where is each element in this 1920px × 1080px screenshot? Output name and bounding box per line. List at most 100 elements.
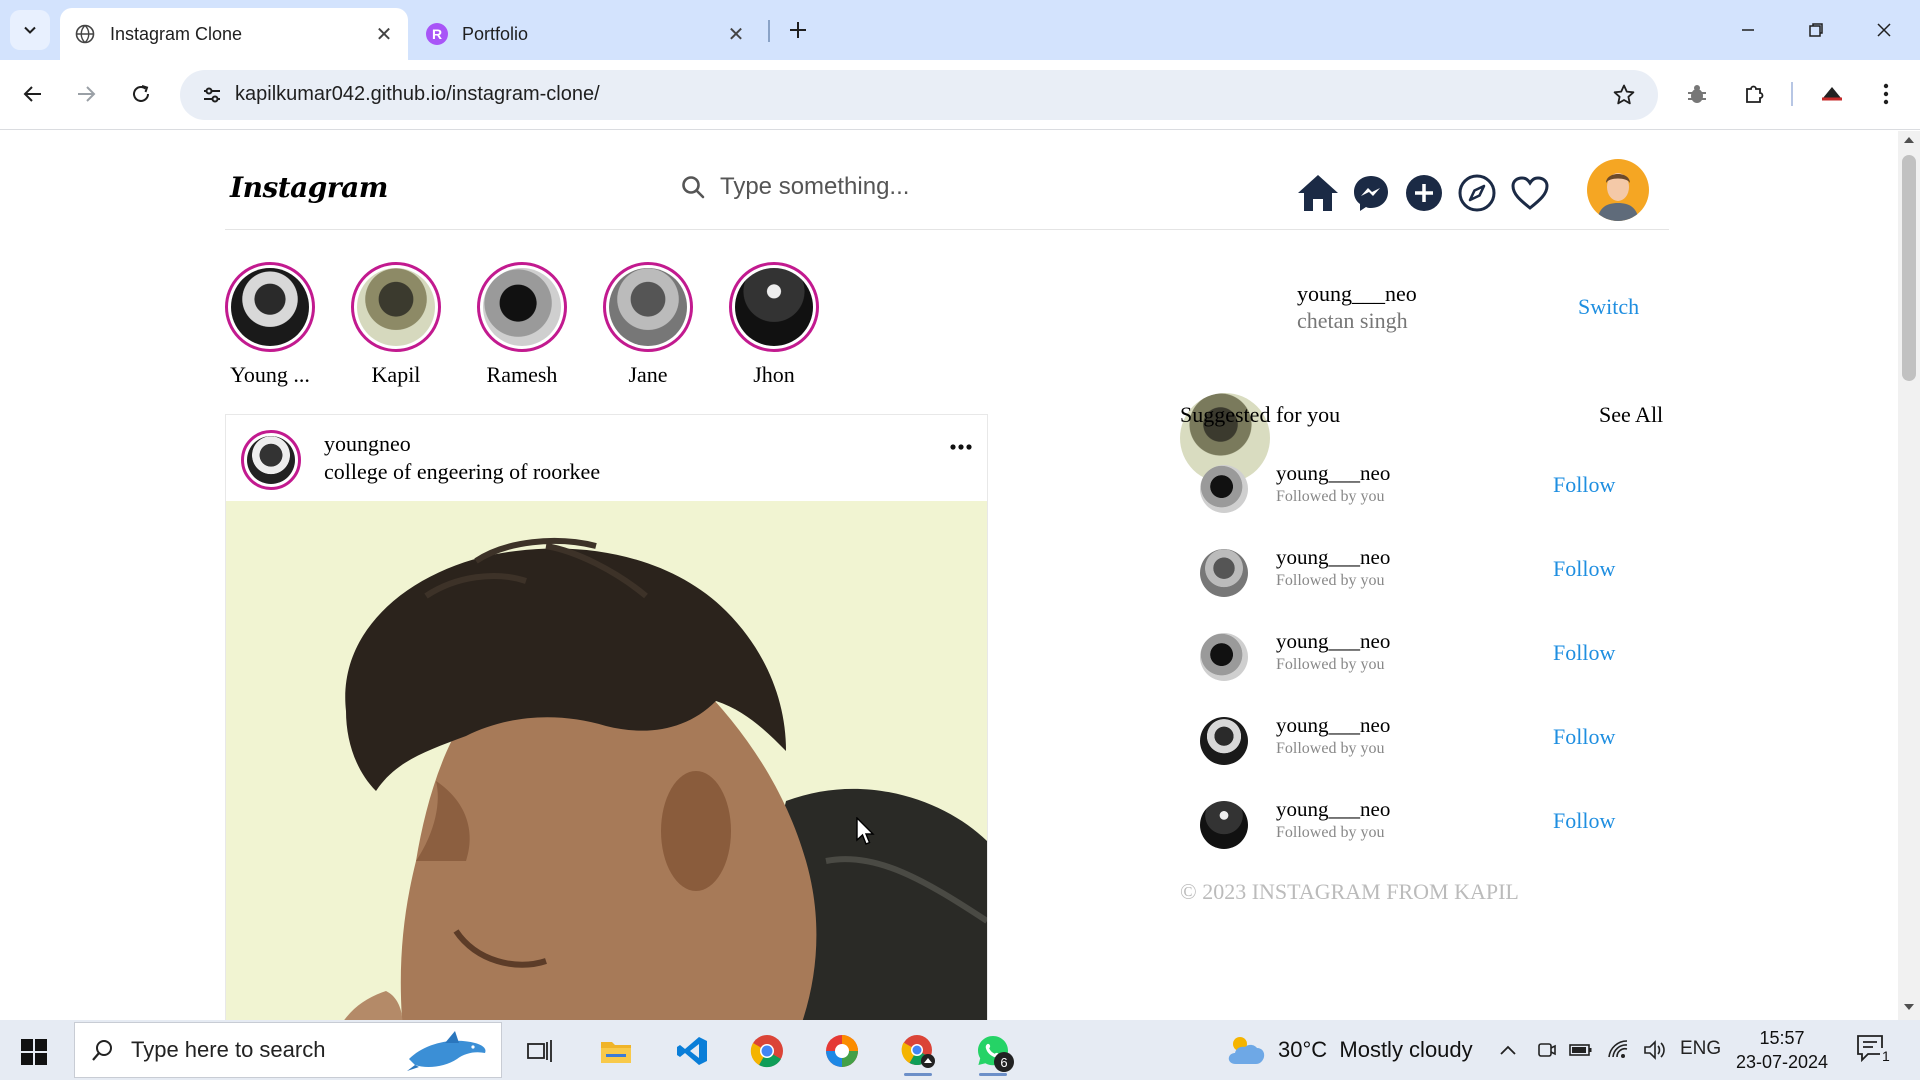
suggested-title: Suggested for you	[1180, 402, 1341, 427]
close-tab-icon[interactable]: ✕	[370, 20, 398, 48]
scrollbar-thumb[interactable]	[1902, 155, 1916, 381]
new-tab-button[interactable]	[780, 12, 816, 48]
profile-button[interactable]	[1812, 74, 1852, 114]
file-explorer-button[interactable]	[589, 1026, 643, 1076]
app-circle-button[interactable]	[815, 1026, 869, 1076]
post-username[interactable]: youngneo	[324, 431, 411, 457]
taskbar-search-box[interactable]: Type here to search	[74, 1022, 502, 1078]
folder-icon	[601, 1042, 631, 1063]
meet-now-button[interactable]	[1531, 1036, 1561, 1064]
address-bar[interactable]: kapilkumar042.github.io/instagram-clone/	[180, 70, 1658, 120]
whatsapp-button[interactable]: 6	[966, 1026, 1020, 1076]
follow-button[interactable]: Follow	[1553, 640, 1615, 666]
extension-bug-button[interactable]	[1677, 74, 1717, 114]
post-image[interactable]	[226, 501, 987, 1020]
switch-account-link[interactable]: Switch	[1578, 294, 1639, 320]
restore-button[interactable]	[1782, 0, 1850, 60]
portfolio-favicon-icon: R	[426, 23, 448, 45]
page-scrollbar[interactable]	[1898, 131, 1920, 1020]
post-photo-illustration	[226, 501, 987, 1020]
battery-button[interactable]	[1566, 1036, 1596, 1064]
search-icon	[92, 1040, 112, 1061]
story-item[interactable]: Kapil	[331, 262, 461, 388]
browser-menu-button[interactable]	[1866, 74, 1906, 114]
suggestion-subtitle: Followed by you	[1276, 488, 1385, 505]
scroll-up-arrow-icon[interactable]	[1898, 135, 1920, 149]
weather-text: 30°C Mostly cloudy	[1278, 1037, 1473, 1062]
chrome-button[interactable]	[740, 1026, 794, 1076]
suggestion-username[interactable]: young___neo	[1276, 713, 1390, 738]
back-button[interactable]	[13, 74, 53, 114]
instagram-logo[interactable]: Instagram	[230, 171, 388, 204]
more-vertical-icon	[1883, 83, 1889, 105]
suggestion-avatar[interactable]	[1200, 633, 1248, 681]
search-input[interactable]	[720, 173, 980, 201]
close-window-button[interactable]	[1850, 0, 1918, 60]
reload-icon	[133, 85, 149, 102]
see-all-link[interactable]: See All	[1599, 402, 1663, 428]
suggestion-avatar[interactable]	[1200, 549, 1248, 597]
suggestion-row: young___neo Followed by you Follow	[1200, 458, 1630, 518]
camera-icon	[1538, 1043, 1556, 1057]
volume-button[interactable]	[1640, 1036, 1670, 1064]
language-indicator[interactable]: ENG	[1680, 1038, 1721, 1060]
story-name: Ramesh	[486, 362, 558, 387]
arrow-right-icon	[78, 86, 96, 102]
suggestion-avatar[interactable]	[1200, 465, 1248, 513]
start-button[interactable]	[14, 1032, 54, 1072]
post-options-button[interactable]	[946, 437, 976, 457]
chevron-down-icon	[24, 26, 36, 34]
follow-button[interactable]: Follow	[1553, 472, 1615, 498]
suggestion-avatar[interactable]	[1200, 801, 1248, 849]
reload-button[interactable]	[121, 74, 161, 114]
story-item[interactable]: Jhon	[709, 262, 839, 388]
suggestion-subtitle: Followed by you	[1276, 656, 1385, 673]
story-avatar	[231, 268, 309, 346]
minimize-button[interactable]	[1714, 0, 1782, 60]
suggestion-row: young___neo Followed by you Follow	[1200, 542, 1630, 602]
clock-date: 23-07-2024	[1735, 1052, 1829, 1072]
weather-widget[interactable]: 30°C Mostly cloudy	[1226, 1034, 1473, 1066]
vscode-button[interactable]	[665, 1026, 719, 1076]
forward-button[interactable]	[66, 74, 106, 114]
toolbar-divider	[1791, 82, 1793, 106]
page-viewport: Instagram Young ... Kapil	[0, 131, 1898, 1020]
suggestion-subtitle: Followed by you	[1276, 572, 1385, 589]
story-name: Jhon	[753, 362, 795, 387]
story-ring	[477, 262, 567, 352]
story-item[interactable]: Jane	[583, 262, 713, 388]
extensions-button[interactable]	[1734, 74, 1774, 114]
story-item[interactable]: Ramesh	[457, 262, 587, 388]
follow-button[interactable]: Follow	[1553, 556, 1615, 582]
network-button[interactable]	[1604, 1036, 1634, 1064]
tab-portfolio[interactable]: R Portfolio ✕	[412, 8, 760, 60]
chrome-profile-button[interactable]	[891, 1026, 945, 1076]
suggestion-username[interactable]: young___neo	[1276, 545, 1390, 570]
tab-search-button[interactable]	[10, 10, 50, 50]
task-view-icon	[527, 1040, 552, 1062]
system-clock[interactable]: 15:57 23-07-2024	[1734, 1026, 1830, 1074]
story-name: Young ...	[230, 362, 310, 387]
current-username[interactable]: young___neo	[1297, 281, 1417, 307]
task-view-button[interactable]	[512, 1026, 566, 1076]
windows-logo-icon	[21, 1039, 47, 1065]
follow-button[interactable]: Follow	[1553, 724, 1615, 750]
notification-center-button[interactable]: 1	[1856, 1034, 1896, 1068]
story-item[interactable]: Young ...	[205, 262, 335, 388]
follow-button[interactable]: Follow	[1553, 808, 1615, 834]
scroll-down-arrow-icon[interactable]	[1898, 1002, 1920, 1016]
windows-taskbar: Type here to search 6 30°C Mostly cloudy	[0, 1020, 1920, 1080]
suggestion-avatar[interactable]	[1200, 717, 1248, 765]
suggestion-username[interactable]: young___neo	[1276, 461, 1390, 486]
close-tab-icon[interactable]: ✕	[722, 20, 750, 48]
post-avatar[interactable]	[241, 430, 301, 490]
suggestion-username[interactable]: young___neo	[1276, 629, 1390, 654]
suggestion-username[interactable]: young___neo	[1276, 797, 1390, 822]
site-info-button[interactable]	[192, 75, 232, 115]
show-hidden-icons-button[interactable]	[1493, 1036, 1523, 1064]
url-text[interactable]: kapilkumar042.github.io/instagram-clone/	[235, 83, 600, 106]
story-ring	[603, 262, 693, 352]
bookmark-button[interactable]	[1606, 77, 1642, 113]
tab-instagram-clone[interactable]: Instagram Clone ✕	[60, 8, 408, 60]
post-header: youngneo college of engeering of roorkee	[226, 415, 987, 501]
